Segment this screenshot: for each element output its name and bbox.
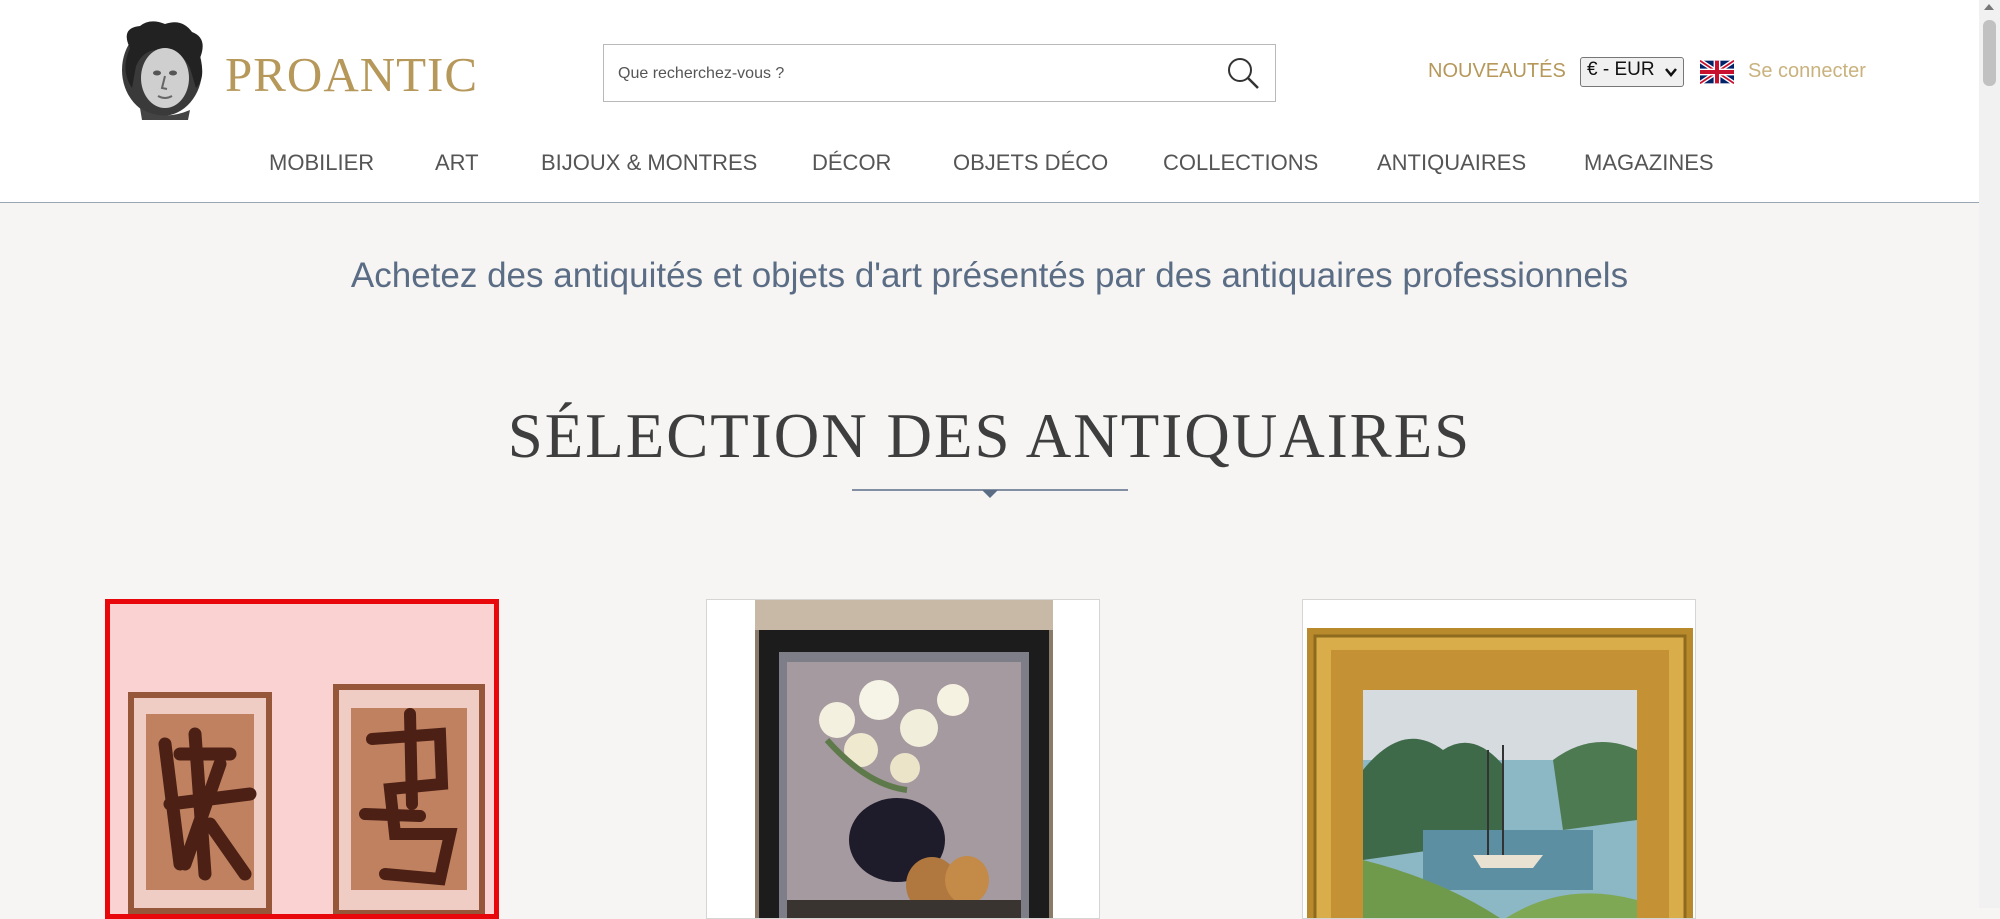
product-card-2[interactable] — [706, 599, 1100, 919]
nav-item-antiquaires[interactable]: ANTIQUAIRES — [1377, 150, 1526, 176]
title-divider — [852, 489, 1128, 498]
search-icon[interactable] — [1225, 55, 1261, 91]
uk-flag-icon[interactable] — [1700, 60, 1734, 84]
search-input[interactable] — [616, 45, 1200, 103]
nav-item-decor[interactable]: DÉCOR — [812, 150, 891, 176]
nouveautes-link[interactable]: NOUVEAUTÉS — [1428, 60, 1566, 83]
bust-icon — [122, 21, 203, 120]
scroll-up-icon[interactable] — [1984, 4, 1994, 10]
nav-item-collections[interactable]: COLLECTIONS — [1163, 150, 1318, 176]
site-header: PROANTIC NOUVEAUTÉS € - EUR Se connecter… — [0, 0, 1979, 203]
chevron-down-icon — [1665, 68, 1677, 77]
product-image-2 — [707, 600, 1099, 918]
page-tagline: Achetez des antiquités et objets d'art p… — [350, 256, 1629, 295]
page-scrollbar[interactable] — [1979, 0, 2000, 908]
scrollbar-thumb[interactable] — [1983, 20, 1996, 86]
section-title: SÉLECTION DES ANTIQUAIRES — [507, 401, 1472, 471]
site-logo[interactable]: PROANTIC — [110, 18, 477, 124]
product-card-1[interactable] — [105, 599, 499, 919]
login-link[interactable]: Se connecter — [1748, 60, 1866, 83]
nav-item-magazines[interactable]: MAGAZINES — [1584, 150, 1714, 176]
product-image-3 — [1303, 600, 1695, 918]
nav-item-bijoux-montres[interactable]: BIJOUX & MONTRES — [541, 150, 757, 176]
currency-value: € - EUR — [1587, 59, 1655, 80]
nav-item-objets-deco[interactable]: OBJETS DÉCO — [953, 150, 1108, 176]
selection-overlay — [110, 604, 494, 914]
currency-select[interactable]: € - EUR — [1580, 57, 1684, 87]
nav-item-mobilier[interactable]: MOBILIER — [269, 150, 374, 176]
nav-item-art[interactable]: ART — [435, 150, 479, 176]
product-card-3[interactable] — [1302, 599, 1696, 919]
logo-text: PROANTIC — [225, 47, 479, 102]
main-nav: MOBILIER ART BIJOUX & MONTRES DÉCOR OBJE… — [0, 150, 1979, 178]
search-bar — [603, 44, 1276, 103]
